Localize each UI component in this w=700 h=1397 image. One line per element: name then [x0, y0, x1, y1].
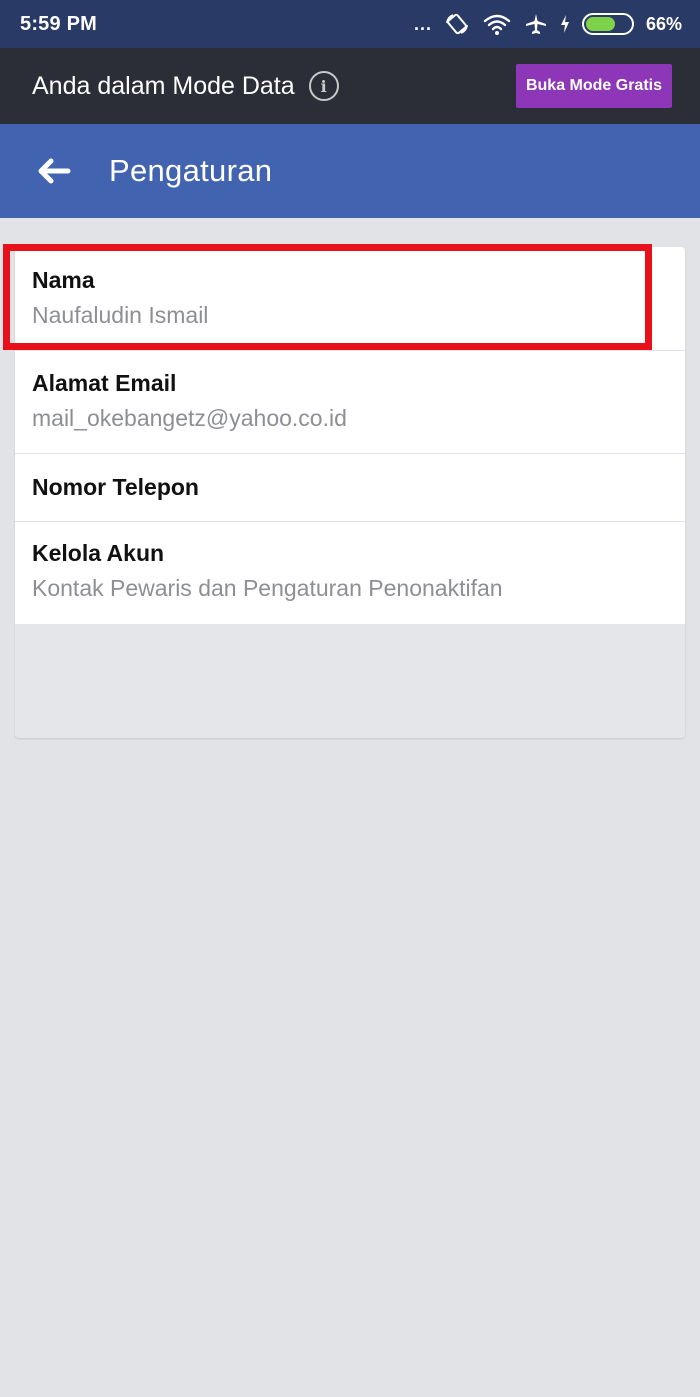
settings-item-email[interactable]: Alamat Email mail_okebangetz@yahoo.co.id	[15, 351, 685, 454]
settings-item-title: Nama	[32, 267, 95, 293]
settings-item-title: Kelola Akun	[32, 540, 165, 566]
wifi-icon	[482, 12, 512, 36]
status-icons: ... 66%	[414, 11, 682, 37]
rotate-icon	[444, 11, 470, 37]
status-time: 5:59 PM	[20, 12, 97, 35]
settings-item-name[interactable]: Nama Naufaludin Ismail	[15, 247, 685, 351]
settings-item-phone[interactable]: Nomor Telepon	[15, 454, 685, 522]
free-mode-button[interactable]: Buka Mode Gratis	[515, 64, 672, 108]
airplane-icon	[524, 12, 548, 36]
app-header: Pengaturan	[0, 124, 700, 218]
charging-icon	[560, 14, 570, 34]
battery-fill	[585, 17, 615, 31]
data-mode-message-group: Anda dalam Mode Data i	[32, 71, 339, 101]
data-mode-message: Anda dalam Mode Data	[32, 71, 295, 100]
status-bar: 5:59 PM ... 66%	[0, 0, 700, 48]
data-mode-bar: Anda dalam Mode Data i Buka Mode Gratis	[0, 48, 700, 124]
battery-percent: 66%	[645, 13, 682, 34]
info-icon[interactable]: i	[308, 71, 339, 101]
arrow-left-icon[interactable]	[36, 153, 72, 189]
settings-item-manage-account[interactable]: Kelola Akun Kontak Pewaris dan Pengatura…	[15, 522, 685, 624]
settings-card: Nama Naufaludin Ismail Alamat Email mail…	[15, 247, 685, 738]
settings-item-value: Kontak Pewaris dan Pengaturan Penonaktif…	[32, 575, 503, 601]
page-title: Pengaturan	[109, 153, 273, 188]
notification-dots: ...	[413, 13, 432, 34]
settings-item-title: Alamat Email	[32, 370, 177, 396]
settings-item-value: Naufaludin Ismail	[32, 302, 209, 328]
settings-item-title: Nomor Telepon	[32, 474, 199, 500]
battery-icon	[581, 13, 634, 35]
settings-item-value: mail_okebangetz@yahoo.co.id	[32, 405, 347, 431]
